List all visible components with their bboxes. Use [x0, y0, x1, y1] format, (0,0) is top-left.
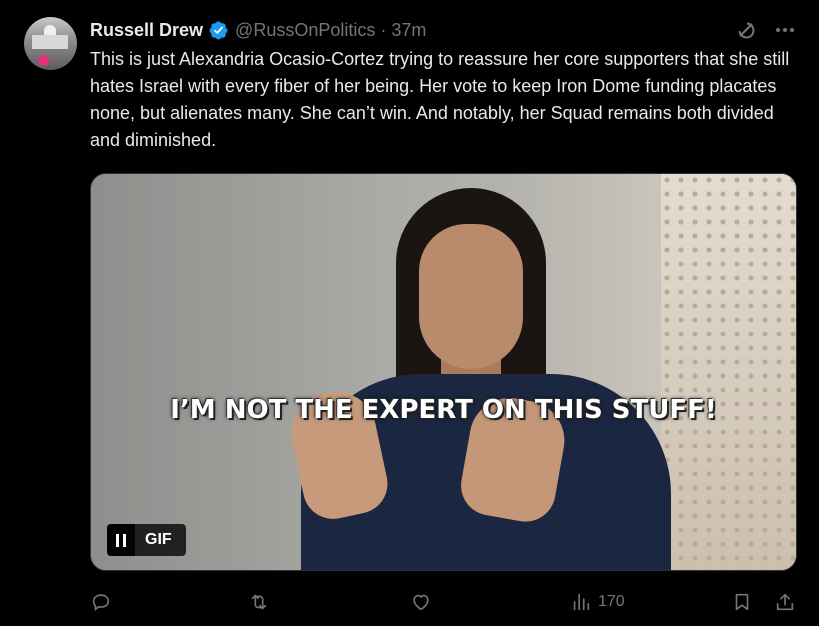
- tweet-text: This is just Alexandria Ocasio-Cortez tr…: [90, 49, 790, 150]
- grok-icon[interactable]: [734, 18, 758, 42]
- share-icon: [776, 593, 794, 611]
- more-icon[interactable]: [772, 18, 798, 42]
- bookmark-button[interactable]: [731, 588, 753, 616]
- action-bar: 170: [90, 588, 802, 616]
- avatar-dot-shape: [38, 55, 49, 66]
- pause-icon[interactable]: [107, 524, 135, 556]
- retweet-icon: [251, 594, 267, 610]
- tweet[interactable]: Russell Drew @RussOnPolitics · 37m This …: [0, 0, 819, 626]
- media-background-pattern: [661, 174, 796, 570]
- views-button[interactable]: 170: [570, 588, 625, 616]
- bookmark-icon: [735, 593, 749, 611]
- retweet-button[interactable]: [248, 588, 276, 616]
- gif-caption: I’M NOT THE EXPERT ON THIS STUFF!: [170, 395, 717, 425]
- like-icon: [413, 594, 429, 611]
- verified-badge-icon[interactable]: [208, 20, 229, 41]
- author-handle[interactable]: @RussOnPolitics: [235, 20, 375, 41]
- media-figure-face: [419, 224, 523, 369]
- tweet-header: Russell Drew @RussOnPolitics · 37m: [90, 18, 426, 42]
- header-separator: ·: [380, 19, 387, 40]
- reply-icon: [92, 594, 110, 611]
- views-count: 170: [598, 593, 625, 610]
- gif-controls: GIF: [107, 524, 186, 556]
- gif-label: GIF: [145, 531, 172, 548]
- gif-media[interactable]: I’M NOT THE EXPERT ON THIS STUFF! GIF: [90, 173, 797, 571]
- share-button[interactable]: [774, 588, 796, 616]
- author-name[interactable]: Russell Drew: [90, 20, 203, 41]
- tweet-timestamp[interactable]: 37m: [391, 20, 426, 41]
- avatar-building-shape: [32, 35, 68, 52]
- avatar[interactable]: [24, 17, 77, 70]
- reply-button[interactable]: [90, 588, 118, 616]
- like-button[interactable]: [410, 588, 438, 616]
- views-icon: [573, 593, 590, 611]
